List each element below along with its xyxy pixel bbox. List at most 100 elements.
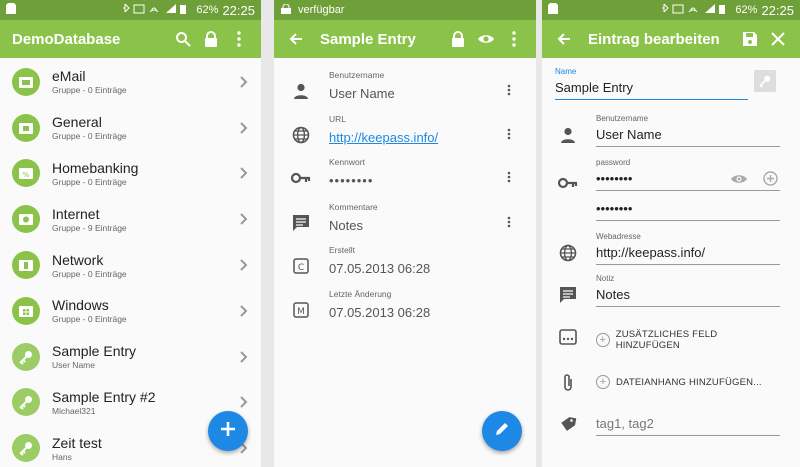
list-item-general[interactable]: General Gruppe - 0 Einträge xyxy=(0,105,261,151)
clock: 22:25 xyxy=(222,2,255,18)
lock-icon[interactable] xyxy=(444,25,472,53)
group-list: eMail Gruppe - 0 Einträge General Gruppe -… xyxy=(0,58,261,467)
entry-icon-button[interactable] xyxy=(754,70,776,92)
tags-row: tag1, tag2 xyxy=(556,408,780,438)
created-icon: C xyxy=(290,255,312,277)
folder-windows-icon xyxy=(12,296,40,325)
app-bar: Eintrag bearbeiten xyxy=(542,20,800,58)
group-subtitle: Gruppe - 0 Einträge xyxy=(52,85,127,96)
name-field[interactable]: Name Sample Entry xyxy=(555,67,748,100)
field-menu-icon[interactable] xyxy=(504,82,514,98)
field-menu-icon[interactable] xyxy=(504,126,514,142)
field-menu-icon[interactable] xyxy=(504,169,514,185)
app-bar: Sample Entry xyxy=(274,20,536,58)
chevron-right-icon xyxy=(237,396,251,409)
field-label: Benutzername xyxy=(329,70,385,80)
battery-percent: 62% xyxy=(735,4,758,16)
save-icon[interactable] xyxy=(736,25,764,53)
group-title: Windows xyxy=(52,297,109,314)
url-label: Webadresse xyxy=(596,232,641,241)
field-label: Kennwort xyxy=(329,157,365,167)
username-input[interactable]: User Name xyxy=(596,123,780,147)
group-title: General xyxy=(52,114,102,131)
notes-input[interactable]: Notes xyxy=(596,283,780,307)
signal-icons xyxy=(661,3,731,17)
back-arrow-icon[interactable] xyxy=(282,25,310,53)
pencil-icon xyxy=(495,422,509,441)
chevron-right-icon xyxy=(237,167,251,180)
group-subtitle: Gruppe - 0 Einträge xyxy=(52,314,127,325)
svg-text:C: C xyxy=(298,263,304,273)
entry-screen: verfügbar Sample Entry Benutzername User … xyxy=(274,0,536,467)
add-button[interactable] xyxy=(208,411,248,451)
close-icon[interactable] xyxy=(764,25,792,53)
field-password: Kennwort •••••••• xyxy=(274,157,536,202)
overflow-menu-icon[interactable] xyxy=(500,25,528,53)
eye-icon[interactable] xyxy=(472,25,500,53)
add-field-row: + ZUSÄTZLICHES FELD HINZUFÜGEN xyxy=(556,326,780,352)
password-input[interactable]: •••••••• xyxy=(596,167,780,191)
field-label: Kommentare xyxy=(329,202,378,212)
chevron-right-icon xyxy=(237,213,251,225)
folder-mail-icon xyxy=(12,67,40,96)
plus-circle-icon: + xyxy=(596,375,610,389)
sd-card-icon xyxy=(548,3,558,17)
status-bar: 62% 22:25 xyxy=(0,0,261,20)
password-repeat-input[interactable]: •••••••• xyxy=(596,197,780,221)
lock-icon[interactable] xyxy=(197,25,225,53)
eye-icon[interactable] xyxy=(730,172,748,190)
field-menu-icon[interactable] xyxy=(504,214,514,230)
list-item-windows[interactable]: Windows Gruppe - 0 Einträge xyxy=(0,288,261,334)
modified-icon: M xyxy=(290,299,312,321)
key-icon xyxy=(12,434,40,463)
key-icon xyxy=(12,342,40,371)
add-attachment-label: DATEIANHANG HINZUFÜGEN... xyxy=(616,376,762,388)
username-label: Benutzername xyxy=(596,114,649,123)
key-icon xyxy=(12,388,40,417)
group-title: Homebanking xyxy=(52,159,139,176)
list-item-network[interactable]: Network Gruppe - 0 Einträge xyxy=(0,242,261,288)
status-bar: 62% 22:25 xyxy=(542,0,800,20)
chevron-right-icon xyxy=(237,259,251,271)
group-subtitle: Gruppe - 0 Einträge xyxy=(52,176,127,187)
field-label: Letzte Änderung xyxy=(329,289,392,299)
tags-input[interactable]: tag1, tag2 xyxy=(596,412,780,436)
keepass-notification-icon xyxy=(280,3,292,17)
list-item-sample-entry[interactable]: Sample Entry User Name xyxy=(0,334,261,380)
svg-text:%: % xyxy=(23,171,30,179)
entry-subtitle: Michael321 xyxy=(52,405,96,416)
list-item-homebanking[interactable]: % Homebanking Gruppe - 0 Einträge xyxy=(0,151,261,197)
comment-icon xyxy=(556,284,580,306)
add-field-button[interactable]: + ZUSÄTZLICHES FELD HINZUFÜGEN xyxy=(596,329,780,351)
group-title: Network xyxy=(52,251,104,268)
field-label: Erstellt xyxy=(329,245,355,255)
key-icon xyxy=(556,172,580,194)
chevron-right-icon xyxy=(237,76,251,88)
entry-subtitle: User Name xyxy=(52,360,95,371)
field-url: URL http://keepass.info/ xyxy=(274,114,536,157)
url-input[interactable]: http://keepass.info/ xyxy=(596,241,780,265)
group-subtitle: Gruppe - 9 Einträge xyxy=(52,222,127,233)
signal-icons xyxy=(122,3,192,17)
list-item-internet[interactable]: Internet Gruppe - 9 Einträge xyxy=(0,196,261,242)
group-subtitle: Gruppe - 0 Einträge xyxy=(52,131,127,142)
name-input[interactable]: Sample Entry xyxy=(555,76,748,100)
group-subtitle: Gruppe - 0 Einträge xyxy=(52,268,127,279)
list-item-email[interactable]: eMail Gruppe - 0 Einträge xyxy=(0,59,261,105)
key-icon xyxy=(290,167,312,189)
url-row: Webadresse http://keepass.info/ xyxy=(556,232,780,268)
edit-entry-screen: 62% 22:25 Eintrag bearbeiten Name Sample… xyxy=(542,0,800,467)
back-arrow-icon[interactable] xyxy=(550,25,578,53)
search-icon[interactable] xyxy=(169,25,197,53)
custom-field-icon xyxy=(556,326,580,348)
tag-icon xyxy=(556,414,580,436)
generate-password-icon[interactable] xyxy=(763,171,778,191)
field-username: Benutzername User Name xyxy=(274,70,536,114)
globe-icon xyxy=(556,242,580,264)
status-bar: verfügbar xyxy=(274,0,536,20)
edit-button[interactable] xyxy=(482,411,522,451)
add-attachment-button[interactable]: + DATEIANHANG HINZUFÜGEN... xyxy=(596,375,780,389)
chevron-right-icon xyxy=(237,305,251,317)
overflow-menu-icon[interactable] xyxy=(225,25,253,53)
field-label: URL xyxy=(329,114,347,124)
